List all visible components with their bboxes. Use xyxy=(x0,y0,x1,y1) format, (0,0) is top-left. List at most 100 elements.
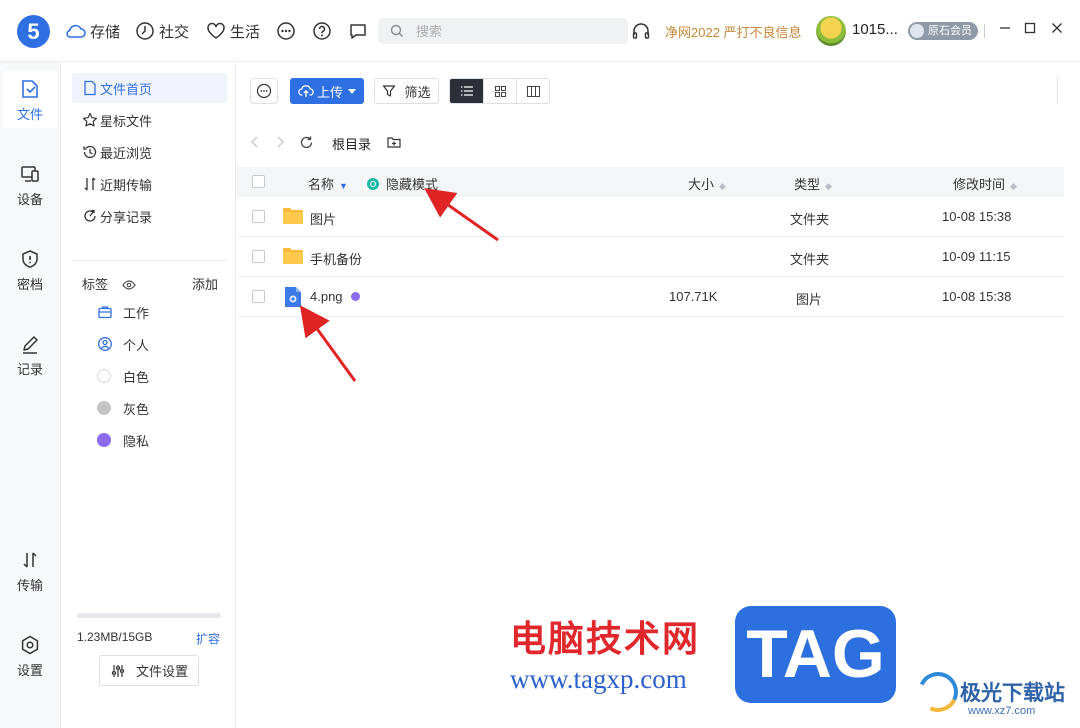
rail-transfer-label: 传输 xyxy=(16,578,43,593)
device-icon xyxy=(21,166,39,182)
row-checkbox[interactable] xyxy=(252,290,265,303)
tag-gray[interactable]: 灰色 xyxy=(72,393,227,423)
rail-vault[interactable]: 密档 xyxy=(2,240,58,298)
side-item-recent-label: 最近浏览 xyxy=(100,145,153,161)
list-view-button[interactable] xyxy=(450,79,483,103)
search-input[interactable] xyxy=(416,22,616,40)
tag-work[interactable]: 工作 xyxy=(72,297,227,327)
image-file-icon xyxy=(285,287,301,307)
table-row[interactable]: 手机备份 文件夹 10-09 11:15 xyxy=(236,237,1064,277)
forward-arrow-icon[interactable] xyxy=(274,135,286,149)
folder-icon xyxy=(283,208,303,224)
side-item-starred[interactable]: 星标文件 xyxy=(72,105,227,135)
rail-notes[interactable]: 记录 xyxy=(2,325,58,383)
username[interactable]: 1015... xyxy=(852,21,898,38)
share-icon xyxy=(84,209,96,222)
more-options-button[interactable] xyxy=(250,78,278,104)
briefcase-icon xyxy=(98,306,112,319)
caret-down-icon xyxy=(348,88,356,94)
row-name: 图片 xyxy=(310,212,337,227)
row-checkbox[interactable] xyxy=(252,210,265,223)
nav-storage[interactable]: 存储 xyxy=(64,19,120,43)
member-badge[interactable]: 原石会员 xyxy=(908,22,978,40)
tag-color-dot xyxy=(97,433,111,447)
message-button[interactable] xyxy=(348,19,372,43)
avatar[interactable] xyxy=(816,16,846,46)
filter-button[interactable]: 筛选 xyxy=(374,78,439,104)
col-name-label: 名称 xyxy=(308,177,335,192)
close-button[interactable] xyxy=(1047,20,1067,40)
column-view-button[interactable] xyxy=(516,79,549,103)
col-name[interactable]: 名称 ▼ xyxy=(308,174,348,193)
tag-white[interactable]: 白色 xyxy=(72,361,227,391)
row-name: 手机备份 xyxy=(310,252,363,267)
rail-transfer[interactable]: 传输 xyxy=(2,541,58,599)
file-settings-button[interactable]: 文件设置 xyxy=(99,655,199,686)
heart-icon xyxy=(207,22,225,39)
pen-icon xyxy=(23,336,38,354)
breadcrumb-root[interactable]: 根目录 xyxy=(332,134,371,153)
rail-files[interactable]: 文件 xyxy=(2,70,58,128)
tag-personal[interactable]: 个人 xyxy=(72,329,227,359)
side-item-home[interactable]: 文件首页 xyxy=(72,73,227,103)
help-button[interactable] xyxy=(312,19,336,43)
row-modified: 10-08 15:38 xyxy=(942,209,1012,224)
nav-social[interactable]: 社交 xyxy=(135,19,189,43)
clock-icon xyxy=(136,22,154,40)
col-size[interactable]: 大小 ◆ xyxy=(688,174,726,193)
grid-view-button[interactable] xyxy=(483,79,516,103)
app-logo[interactable]: 5 xyxy=(17,15,50,48)
watermark-site: 极光下载站 xyxy=(960,682,1065,705)
nav-storage-label: 存储 xyxy=(90,23,121,41)
back-arrow-icon[interactable] xyxy=(249,135,261,149)
settings-icon xyxy=(21,635,39,655)
tags-title-label: 标签 xyxy=(82,277,109,292)
row-type: 文件夹 xyxy=(790,252,830,267)
rail-vault-label: 密档 xyxy=(16,277,43,292)
maximize-button[interactable] xyxy=(1020,20,1040,40)
table-row[interactable]: 图片 文件夹 10-08 15:38 xyxy=(236,197,1064,237)
side-item-share-label: 分享记录 xyxy=(100,209,153,225)
side-item-share[interactable]: 分享记录 xyxy=(72,201,227,231)
row-name-text: 4.png xyxy=(310,289,343,304)
help-icon xyxy=(313,22,331,40)
col-modified-label: 修改时间 xyxy=(953,177,1006,192)
expand-storage-link[interactable]: 扩容 xyxy=(196,630,220,647)
rail-devices[interactable]: 设备 xyxy=(2,155,58,213)
upload-button[interactable]: 上传 xyxy=(290,78,364,104)
nav-life[interactable]: 生活 xyxy=(206,19,260,43)
row-type: 文件夹 xyxy=(790,212,830,227)
hide-mode-toggle[interactable]: 隐藏模式 xyxy=(367,174,438,193)
eye-icon[interactable] xyxy=(121,279,136,291)
sort-icon: ◆ xyxy=(719,181,726,191)
new-folder-icon[interactable] xyxy=(387,135,401,149)
refresh-icon[interactable] xyxy=(299,135,314,150)
sliders-icon xyxy=(111,665,125,677)
more-button[interactable] xyxy=(276,19,300,43)
side-panel: 文件首页 星标文件 最近浏览 近期传输 分享记录 标签 添加 工作 个人 白色 … xyxy=(61,62,236,728)
columns-icon xyxy=(526,85,540,97)
tag-private[interactable]: 隐私 xyxy=(72,425,227,455)
table-row[interactable]: 4.png 107.71K 图片 10-08 15:38 xyxy=(236,277,1064,317)
side-item-home-label: 文件首页 xyxy=(100,81,153,97)
upload-cloud-icon xyxy=(298,85,314,97)
shield-icon xyxy=(22,250,38,268)
nav-life-label: 生活 xyxy=(230,23,261,41)
row-checkbox[interactable] xyxy=(252,250,265,263)
left-rail: 文件 设备 密档 记录 传输 设置 xyxy=(0,62,61,728)
select-all-checkbox[interactable] xyxy=(252,175,265,188)
side-item-recent[interactable]: 最近浏览 xyxy=(72,137,227,167)
promo-link[interactable]: 净网2022 严打不良信息 xyxy=(665,22,802,41)
col-modified[interactable]: 修改时间 ◆ xyxy=(953,174,1017,193)
col-type[interactable]: 类型 ◆ xyxy=(794,174,832,193)
rail-settings[interactable]: 设置 xyxy=(2,626,58,684)
headphones-icon[interactable] xyxy=(631,21,651,41)
search-box[interactable] xyxy=(378,18,628,44)
folder-icon xyxy=(283,248,303,264)
side-item-transfer[interactable]: 近期传输 xyxy=(72,169,227,199)
transfer-icon xyxy=(84,177,96,191)
sort-down-icon: ▼ xyxy=(339,181,348,191)
tags-add-button[interactable]: 添加 xyxy=(192,274,218,293)
rail-notes-label: 记录 xyxy=(16,362,43,377)
minimize-button[interactable] xyxy=(995,20,1015,40)
